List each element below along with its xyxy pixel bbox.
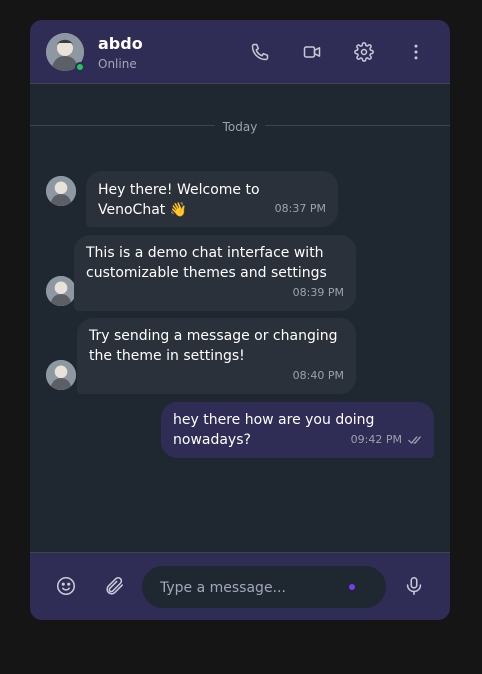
message-time: 08:37 PM xyxy=(274,202,326,215)
message-bubble-outgoing[interactable]: hey there how are you doing nowadays? 09… xyxy=(161,402,434,458)
double-check-icon xyxy=(408,436,421,444)
online-status-dot xyxy=(75,62,85,72)
contact-avatar[interactable] xyxy=(46,33,85,72)
day-label: Today xyxy=(30,116,450,135)
message-meta: 08:40 PM xyxy=(293,366,344,386)
more-vertical-icon[interactable] xyxy=(404,40,428,64)
typing-indicator-dot xyxy=(349,584,355,590)
message-time: 08:39 PM xyxy=(292,286,344,299)
paperclip-icon[interactable] xyxy=(102,574,126,598)
message-avatar xyxy=(46,360,76,390)
emoji-icon[interactable] xyxy=(54,574,78,598)
message-text: This is a demo chat interface with custo… xyxy=(86,245,327,281)
microphone-icon[interactable] xyxy=(402,574,426,598)
message-meta: 08:37 PM xyxy=(275,199,326,219)
message-time: 08:40 PM xyxy=(292,369,344,382)
message-avatar xyxy=(46,276,76,306)
message-bubble[interactable]: Hey there! Welcome to VenoChat 👋 08:37 P… xyxy=(86,171,338,227)
contact-name: abdo xyxy=(98,34,143,53)
day-label-text: Today xyxy=(214,120,266,134)
video-icon[interactable] xyxy=(300,40,324,64)
message-bubble[interactable]: Try sending a message or changing the th… xyxy=(77,318,356,394)
message-meta: 09:42 PM xyxy=(351,430,422,450)
message-text: Try sending a message or changing the th… xyxy=(89,328,338,364)
message-input[interactable] xyxy=(158,566,342,610)
chat-header: abdo Online xyxy=(30,20,450,84)
chat-window: abdo Online Today Hey there! Welcome to … xyxy=(30,20,450,620)
phone-icon[interactable] xyxy=(248,40,272,64)
gear-icon[interactable] xyxy=(352,40,376,64)
message-list[interactable]: Today Hey there! Welcome to VenoChat 👋 0… xyxy=(30,84,450,552)
message-input-box[interactable] xyxy=(142,566,386,610)
message-time: 09:42 PM xyxy=(350,433,402,446)
contact-status: Online xyxy=(98,57,137,71)
message-meta: 08:39 PM xyxy=(293,283,344,303)
message-composer xyxy=(30,552,450,620)
message-avatar xyxy=(46,176,76,206)
message-bubble[interactable]: This is a demo chat interface with custo… xyxy=(74,235,356,311)
